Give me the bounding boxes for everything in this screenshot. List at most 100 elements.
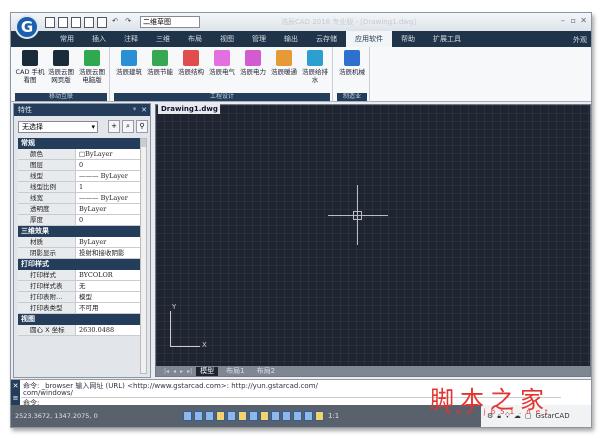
property-name: 透明度 [18,204,76,214]
ribbon-button[interactable]: CAD 手机看图 [15,50,45,84]
property-row[interactable]: 厚度 0 [18,215,140,226]
annotation-scale[interactable]: 1:1 [328,412,339,420]
property-section-header[interactable]: 打印样式 [18,259,140,270]
property-section-header[interactable]: 三维效果 [18,226,140,237]
toggle-pickadd-button[interactable]: + [108,120,120,133]
close-icon[interactable]: ✕ [141,104,147,116]
selection-dropdown[interactable]: 无选择 ▾ [18,121,98,133]
ribbon-tab[interactable]: 云存储 [307,31,346,47]
property-value[interactable]: 无 [76,281,140,291]
select-objects-icon[interactable]: ⌕ [122,120,134,133]
layout-tab[interactable]: 模型 [196,366,219,376]
dyn-icon[interactable] [260,411,269,421]
ribbon-tab[interactable]: 三维 [147,31,179,47]
maximize-button[interactable]: ▫ [571,16,576,25]
ribbon-button[interactable]: 浩辰机械 [337,50,367,76]
new-icon[interactable] [45,16,55,28]
open-icon[interactable] [58,16,68,28]
property-value[interactable]: 模型 [76,292,140,302]
property-row[interactable]: 材质 ByLayer [18,237,140,248]
polar-icon[interactable] [216,411,225,421]
quick-select-icon[interactable]: ⚲ [136,120,148,133]
property-row[interactable]: 线宽 ——— ByLayer [18,193,140,204]
lineweight-icon[interactable] [271,411,280,421]
close-button[interactable]: ✕ [580,16,587,25]
ribbon-button[interactable]: 浩辰云图 电脑版 [77,50,107,84]
ribbon-tab[interactable]: 布局 [179,31,211,47]
save-as-icon[interactable] [84,16,94,28]
annotation-monitor-icon[interactable] [315,411,324,421]
transparency-icon[interactable] [282,411,291,421]
osnap-icon[interactable] [227,411,236,421]
ribbon-tab[interactable]: 管理 [243,31,275,47]
property-row[interactable]: 线型 ——— ByLayer [18,171,140,182]
property-value[interactable]: 1 [76,182,140,192]
app-logo[interactable]: G [15,15,39,39]
property-value[interactable]: 2630.0488 [76,325,140,335]
property-row[interactable]: 图层 0 [18,160,140,171]
property-value[interactable]: ByLayer [76,204,140,214]
property-row[interactable]: 线型比例 1 [18,182,140,193]
property-value[interactable]: 不可用 [76,303,140,313]
property-value[interactable]: ——— ByLayer [76,171,140,181]
ribbon-tab[interactable]: 注释 [115,31,147,47]
property-value[interactable]: 0 [76,215,140,225]
property-row[interactable]: 颜色 □ByLayer [18,149,140,160]
property-row[interactable]: 圆心 X 坐标 2630.0488 [18,325,140,336]
ducs-icon[interactable] [249,411,258,421]
property-row[interactable]: 阴影显示 投射和接收阴影 [18,248,140,259]
ribbon-tab[interactable]: 视图 [211,31,243,47]
nav-last-icon[interactable]: ▸| [187,368,192,375]
document-tab[interactable]: Drawing1.dwg [158,104,220,114]
ribbon-button[interactable]: 浩辰云图 网页版 [46,50,76,84]
drawing-canvas[interactable]: Drawing1.dwg Y X |◂ ◂ ▸ ▸| 模型 布局1 布局2 [155,104,591,377]
ribbon-button[interactable]: 浩辰暖通 [269,50,299,76]
redo-icon[interactable]: ↷ [123,17,133,28]
layout-tab[interactable]: 布局1 [222,367,248,376]
property-row[interactable]: 打印表附… 模型 [18,292,140,303]
ribbon-button[interactable]: 浩辰电气 [207,50,237,76]
property-row[interactable]: 打印样式 BYCOLOR [18,270,140,281]
workspace-select[interactable]: 二维草图 [140,16,200,28]
property-value[interactable]: □ByLayer [76,149,140,159]
pin-icon[interactable]: ᵠ [133,104,136,116]
ribbon-button[interactable]: 浩辰节能 [145,50,175,76]
property-row[interactable]: 打印样式表无 [18,281,140,292]
snap-icon[interactable] [194,411,203,421]
ribbon-button[interactable]: 浩辰建筑 [114,50,144,76]
save-icon[interactable] [71,16,81,28]
otrack-icon[interactable] [238,411,247,421]
properties-scrollbar[interactable] [140,138,147,374]
property-value[interactable]: ——— ByLayer [76,193,140,203]
appearance-menu[interactable]: 外观 [573,35,587,45]
ribbon-button[interactable]: 浩辰电力 [238,50,268,76]
property-value[interactable]: BYCOLOR [76,270,140,280]
minimize-button[interactable]: – [561,16,565,25]
nav-next-icon[interactable]: ▸ [180,368,183,375]
selection-cycling-icon[interactable] [304,411,313,421]
property-value[interactable]: 0 [76,160,140,170]
ribbon-tab[interactable]: 输出 [275,31,307,47]
ribbon-tab[interactable]: 应用软件 [346,31,392,47]
property-value[interactable]: ByLayer [76,237,140,247]
ribbon-tab[interactable]: 常用 [51,31,83,47]
ribbon-tab[interactable]: 帮助 [392,31,424,47]
print-icon[interactable] [97,16,107,28]
ribbon-tab[interactable]: 插入 [83,31,115,47]
nav-first-icon[interactable]: |◂ [164,368,169,375]
property-row[interactable]: 透明度 ByLayer [18,204,140,215]
command-window-handle[interactable]: ✕ ≡ [11,380,20,406]
ribbon-button[interactable]: 浩辰给排水 [300,50,330,84]
undo-icon[interactable]: ↶ [110,17,120,28]
nav-prev-icon[interactable]: ◂ [173,368,176,375]
ortho-icon[interactable] [205,411,214,421]
property-value[interactable]: 投射和接收阴影 [76,248,140,258]
ribbon-button[interactable]: 浩辰结构 [176,50,206,76]
property-section-header[interactable]: 视图 [18,314,140,325]
property-row[interactable]: 打印表类型 不可用 [18,303,140,314]
quick-properties-icon[interactable] [293,411,302,421]
property-section-header[interactable]: 常规 [18,138,140,149]
ribbon-tab[interactable]: 扩展工具 [424,31,470,47]
layout-tab[interactable]: 布局2 [253,367,279,376]
grid-icon[interactable] [183,411,192,421]
